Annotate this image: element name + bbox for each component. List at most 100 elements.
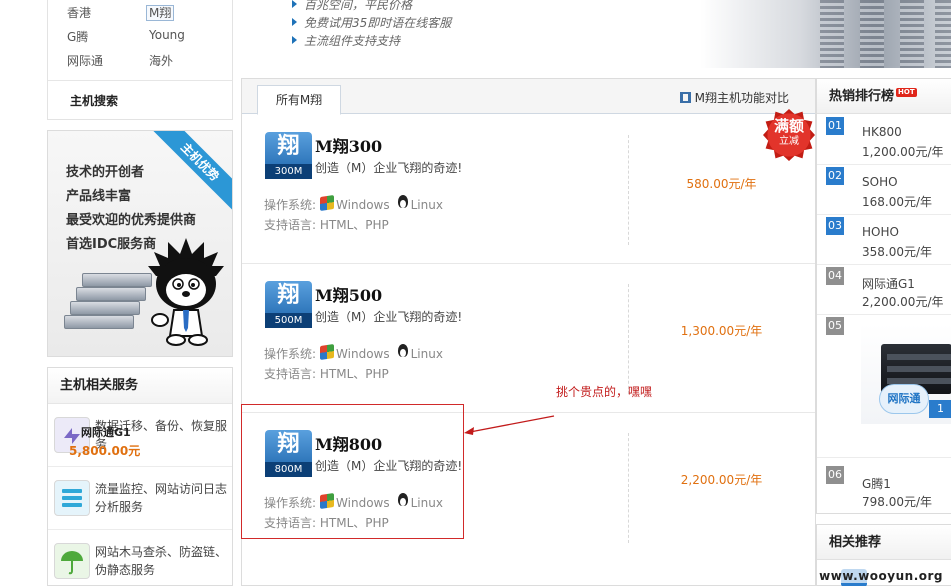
windows-icon (320, 344, 335, 360)
server-rack-illustration (64, 271, 154, 341)
hot-ranking-panel: 热销排行榜 HOT 01 HK800 1,200.00元/年 02 SOHO 16… (816, 78, 951, 514)
promo-line: 免费试用35即时语在线客服 (292, 14, 451, 32)
rank-number: 01 (826, 117, 844, 135)
promo-line: 百兆空间，平民价格 (292, 0, 451, 14)
umbrella-icon (54, 543, 90, 579)
rank-product-name[interactable]: HOHO (862, 225, 899, 239)
compare-features-link[interactable]: M翔主机功能对比 (679, 89, 789, 106)
annotation-highlight-box (241, 404, 464, 539)
featured-product-price: 5,800.00元 (69, 444, 141, 458)
location-young[interactable]: Young (149, 28, 185, 42)
location-filter-panel: 香港 M翔 G腾 Young 网际通 海外 主机搜索 (47, 0, 233, 120)
rank-product-price: 358.00元/年 (862, 245, 933, 259)
server-room-banner-image (700, 0, 951, 68)
product-price: 2,200.00元/年 (680, 473, 763, 487)
rank-number: 05 (826, 317, 844, 335)
rank-number: 06 (826, 466, 844, 484)
annotation-text: 挑个贵点的，嘿嘿 (556, 385, 653, 399)
badge-sub-text: 立减 (779, 136, 799, 147)
product-os: 操作系统: Windows Linux (264, 195, 443, 213)
product-logo-glyph: 翔 (277, 283, 300, 308)
rank-product-price: 798.00元/年 (862, 495, 933, 509)
product-slogan: 创造（M）企业飞翔的奇迹! (315, 310, 463, 324)
divider (817, 264, 951, 265)
annotation-arrow-icon (464, 415, 555, 435)
hedgehog-mascot-illustration (148, 238, 224, 346)
rank-number: 04 (826, 267, 844, 285)
service-item-security[interactable]: 网站木马查杀、防盗链、伪静态服务 (48, 531, 232, 586)
related-title: 相关推荐 (817, 525, 951, 560)
windows-icon (320, 195, 335, 211)
product-logo-glyph: 翔 (277, 134, 300, 159)
ranking-title-text: 热销排行榜 (829, 89, 895, 104)
tab-all-mxiang[interactable]: 所有M翔 (257, 85, 341, 115)
windows-label: Windows (336, 347, 390, 361)
product-price: 580.00元/年 (686, 177, 757, 191)
host-services-panel: 主机相关服务 数据迁移、备份、恢复服务 流量监控、网站访问日志分析服务 网站木马… (47, 367, 233, 586)
divider (817, 214, 951, 215)
product-logo-icon[interactable]: 翔 500M (265, 281, 312, 328)
promo-line: 主流组件支持支持 (292, 32, 451, 50)
featured-rank-badge: 1 (929, 400, 951, 418)
linux-penguin-icon (396, 344, 410, 360)
divider (628, 284, 629, 394)
os-label: 操作系统: (264, 347, 317, 361)
product-languages: 支持语言: HTML、PHP (264, 367, 389, 381)
promo-text: 免费试用35即时语在线客服 (304, 16, 452, 30)
watermark-text: www.wooyun.org (817, 569, 945, 583)
services-title: 主机相关服务 (48, 368, 232, 404)
service-text: 网站木马查杀、防盗链、伪静态服务 (95, 545, 228, 577)
product-slogan: 创造（M）企业飞翔的奇迹! (315, 161, 463, 175)
product-size-label: 500M (265, 313, 312, 328)
ranking-title: 热销排行榜 HOT (817, 79, 951, 114)
product-os: 操作系统: Windows Linux (264, 344, 443, 362)
divider (817, 164, 951, 165)
rank-number: 02 (826, 167, 844, 185)
location-overseas[interactable]: 海外 (149, 52, 173, 69)
promo-text: 百兆空间，平民价格 (304, 0, 413, 12)
service-text: 流量监控、网站访问日志分析服务 (95, 482, 228, 514)
linux-penguin-icon (396, 195, 410, 211)
location-hongkong[interactable]: 香港 (67, 4, 91, 21)
product-languages: 支持语言: HTML、PHP (264, 218, 389, 232)
os-label: 操作系统: (264, 198, 317, 212)
location-wangjitong[interactable]: 网际通 (67, 52, 103, 69)
product-row: 翔 300M M翔300 创造（M）企业飞翔的奇迹! 操作系统: Windows L… (242, 115, 815, 264)
bullet-triangle-icon (292, 36, 297, 44)
hot-badge: HOT (896, 88, 917, 97)
linux-label: Linux (410, 198, 443, 212)
product-price: 1,300.00元/年 (680, 324, 763, 338)
rank-number: 03 (826, 217, 844, 235)
advantage-line: 产品线丰富 (66, 189, 132, 204)
product-name[interactable]: M翔300 (315, 133, 382, 157)
host-search-link[interactable]: 主机搜索 (48, 80, 232, 120)
divider (628, 433, 629, 543)
advantage-line: 技术的开创者 (66, 165, 145, 180)
compare-link-label: M翔主机功能对比 (694, 91, 789, 105)
product-size-label: 300M (265, 164, 312, 179)
promo-banner-list: 百兆空间，平民价格 免费试用35即时语在线客服 主流组件支持支持 (292, 0, 451, 50)
rank-product-price: 1,200.00元/年 (862, 145, 944, 159)
service-item-monitoring[interactable]: 流量监控、网站访问日志分析服务 (48, 468, 232, 530)
rank-product-name[interactable]: 网际通G1 (862, 275, 915, 292)
bullet-triangle-icon (292, 0, 297, 8)
divider (817, 314, 951, 315)
product-row: 翔 500M M翔500 创造（M）企业飞翔的奇迹! 操作系统: Windows L… (242, 264, 815, 413)
bullet-triangle-icon (292, 18, 297, 26)
featured-product-name[interactable]: 网际通G1 (81, 424, 131, 440)
rank-product-name[interactable]: HK800 (862, 125, 902, 139)
compare-icon (679, 92, 691, 103)
rank-product-name[interactable]: SOHO (862, 175, 898, 189)
advantage-line: 最受欢迎的优秀提供商 (66, 213, 197, 228)
divider (817, 457, 951, 458)
product-tab-bar: 所有M翔 M翔主机功能对比 (242, 79, 815, 115)
product-logo-icon[interactable]: 翔 300M (265, 132, 312, 179)
rank-product-price: 2,200.00元/年 (862, 295, 944, 309)
location-gteng[interactable]: G腾 (67, 28, 88, 45)
location-mxiang[interactable]: M翔 (146, 5, 175, 21)
product-name[interactable]: M翔500 (315, 282, 382, 306)
promo-text: 主流组件支持支持 (304, 34, 401, 48)
host-advantage-banner[interactable]: 主机优势 技术的开创者 产品线丰富 最受欢迎的优秀提供商 首选IDC服务商 (47, 130, 233, 357)
rank-product-name[interactable]: G腾1 (862, 475, 891, 492)
featured-product-image[interactable]: 网际通 1 (861, 324, 951, 424)
